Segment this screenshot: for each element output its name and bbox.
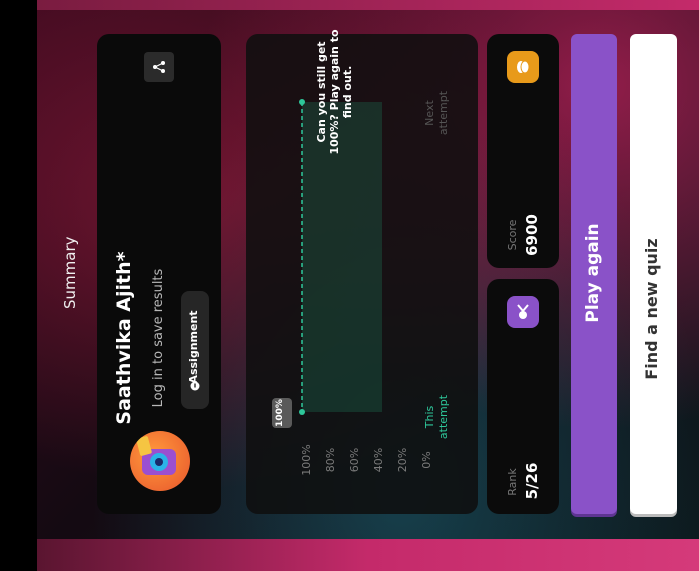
chart-annotation: Can you still get 100%? Play again to fi… xyxy=(315,29,354,155)
assignment-label: Assignment xyxy=(187,310,200,384)
rank-value: 5/26 xyxy=(523,462,541,500)
avatar xyxy=(130,431,190,491)
x-label-next-attempt: Next attempt xyxy=(423,90,450,136)
summary-title: Summary xyxy=(61,236,79,310)
medal-icon xyxy=(507,296,539,328)
bottom-band xyxy=(37,539,699,571)
y-tick-label: 60% xyxy=(348,447,361,473)
x-label-this-attempt: This attempt xyxy=(423,394,450,440)
data-label: 100% xyxy=(275,399,285,427)
left-edge xyxy=(0,0,37,571)
y-tick-label: 0% xyxy=(420,451,433,469)
y-tick-label: 40% xyxy=(372,447,385,473)
login-link[interactable]: Log in to save results xyxy=(151,248,169,428)
rank-card: Rank 5/26 xyxy=(487,279,559,514)
chart-point xyxy=(299,409,305,415)
find-new-quiz-label: Find a new quiz xyxy=(642,238,661,380)
share-button[interactable] xyxy=(144,52,174,82)
play-again-button[interactable]: Play again xyxy=(571,34,617,514)
player-name: Saathvika Ajith* xyxy=(113,251,135,425)
share-icon xyxy=(153,61,165,73)
info-icon xyxy=(190,381,200,391)
rank-label: Rank xyxy=(506,468,519,496)
find-new-quiz-button[interactable]: Find a new quiz xyxy=(630,34,677,514)
score-card: Score 6900 xyxy=(487,34,559,268)
assignment-badge: Assignment xyxy=(181,291,209,409)
y-tick-label: 20% xyxy=(396,447,409,473)
camera-avatar-icon xyxy=(136,436,176,475)
y-tick-label: 80% xyxy=(324,447,337,473)
chart-point xyxy=(299,99,305,105)
data-label-badge: 100% xyxy=(272,398,292,428)
top-band xyxy=(37,0,699,10)
score-value: 6900 xyxy=(523,214,541,256)
y-tick-label: 100% xyxy=(300,444,313,476)
coins-icon xyxy=(507,51,539,83)
score-label: Score xyxy=(506,219,519,251)
play-again-label: Play again xyxy=(583,223,603,323)
